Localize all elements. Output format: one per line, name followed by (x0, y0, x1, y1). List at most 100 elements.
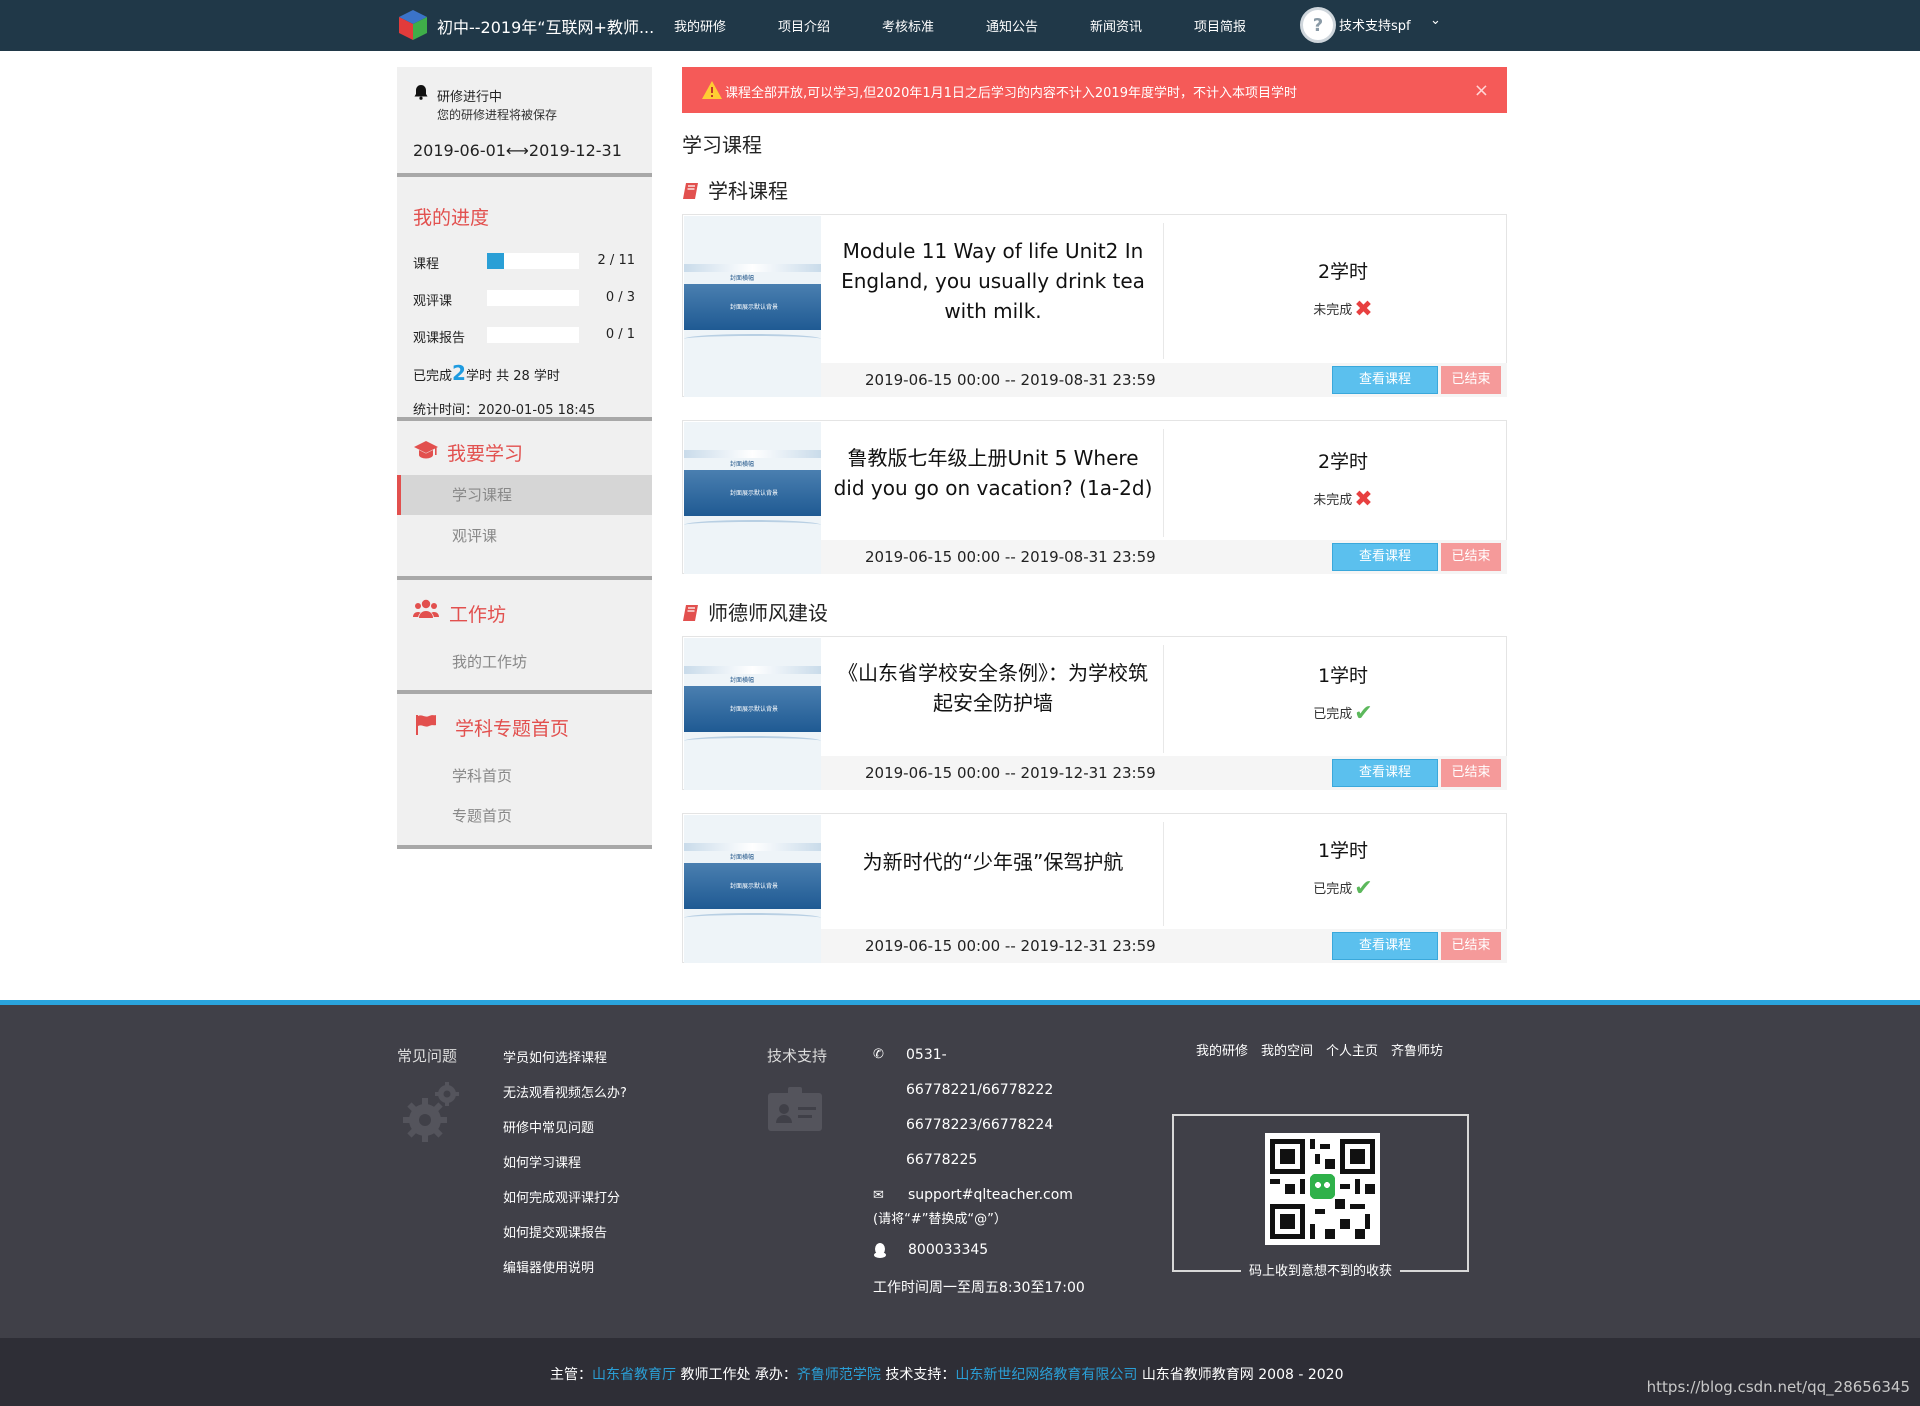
thumb-top-stripe (684, 450, 821, 458)
book-icon (683, 605, 698, 621)
thumb-label-band: 封面展示默认背景 (730, 706, 779, 713)
id-card-icon (768, 1087, 822, 1131)
sidebar-item-subject-home[interactable]: 学科首页 (452, 765, 512, 786)
study-section: 我要学习 学习课程 观评课 (397, 421, 652, 580)
faq-heading: 常见问题 (397, 1047, 458, 1065)
avatar-icon[interactable]: ? (1300, 7, 1336, 43)
status-title: 研修进行中 (437, 90, 503, 105)
progress-count-reports: 0 / 1 (605, 327, 635, 342)
sidebar-item-active-bg (397, 475, 652, 515)
course-dates: 2019-06-15 00:00 -- 2019-12-31 23:59 (865, 764, 1156, 782)
host-link[interactable]: 山东省教育厅 (592, 1367, 676, 1383)
faq-link[interactable]: 研修中常见问题 (503, 1117, 594, 1136)
thumb-wave (684, 913, 821, 923)
view-course-button[interactable]: 查看课程 (1332, 366, 1438, 394)
copyright-bar: 主管：山东省教育厅 教师工作处 承办：齐鲁师范学院 技术支持：山东新世纪网络教育… (0, 1338, 1920, 1406)
cross-mark-icon: ✖ (1354, 297, 1373, 322)
course-dates: 2019-06-15 00:00 -- 2019-12-31 23:59 (865, 937, 1156, 955)
gear-icon (403, 1082, 459, 1142)
faq-link[interactable]: 如何学习课程 (503, 1152, 581, 1171)
footer-link-my-study[interactable]: 我的研修 (1196, 1040, 1248, 1059)
progress-label-reports: 观课报告 (413, 331, 466, 346)
page-title: 学习课程 (682, 133, 762, 157)
sidebar-item-topic-home[interactable]: 专题首页 (452, 805, 512, 826)
org-text: 教师工作处 (680, 1367, 751, 1383)
course-title[interactable]: 为新时代的“少年强”保驾护航 (833, 847, 1153, 877)
course-card: 封面横幅 封面展示默认背景 Module 11 Way of life Unit… (682, 214, 1507, 397)
faq-link[interactable]: 编辑器使用说明 (503, 1257, 594, 1276)
card-footer: 2019-06-15 00:00 -- 2019-08-31 23:59 查看课… (821, 540, 1507, 574)
nav-briefing[interactable]: 项目简报 (1194, 16, 1246, 35)
thumb-wave (684, 334, 821, 344)
thumb-label-band: 封面展示默认背景 (730, 883, 779, 890)
sidebar-item-review[interactable]: 观评课 (452, 525, 497, 546)
support-email[interactable]: support#qlteacher.com (908, 1187, 1073, 1203)
support-qq: 800033345 (908, 1242, 989, 1258)
nav-notices[interactable]: 通知公告 (986, 16, 1038, 35)
undertake-link[interactable]: 齐鲁师范学院 (797, 1367, 881, 1383)
course-thumbnail[interactable]: 封面横幅 封面展示默认背景 (684, 638, 821, 790)
blog-watermark: https://blog.csdn.net/qq_28656345 (1646, 1378, 1910, 1396)
course-status-text: 未完成 (1313, 303, 1353, 318)
footer-link-my-space[interactable]: 我的空间 (1261, 1040, 1313, 1059)
tech-link[interactable]: 山东新世纪网络教育有限公司 (955, 1367, 1137, 1383)
cube-logo-icon[interactable] (398, 9, 428, 41)
nav-assessment[interactable]: 考核标准 (882, 16, 934, 35)
close-icon[interactable]: × (1474, 80, 1489, 101)
work-hours: 工作时间周一至周五8:30至17:00 (873, 1280, 1085, 1296)
nav-my-study[interactable]: 我的研修 (674, 16, 726, 35)
progress-heading: 我的进度 (413, 207, 490, 229)
card-divider (1163, 223, 1164, 359)
sidebar-item-my-workshop[interactable]: 我的工作坊 (452, 651, 527, 672)
faq-link[interactable]: 无法观看视频怎么办? (503, 1082, 627, 1101)
qr-caption: 码上收到意想不到的收获 (1172, 1260, 1469, 1279)
sidebar-item-courses[interactable]: 学习课程 (452, 484, 512, 505)
progress-bar-courses (487, 253, 579, 269)
stat-time: 统计时间：2020-01-05 18:45 (413, 403, 596, 418)
tech-label: 技术支持： (885, 1367, 956, 1383)
category-title: 学科课程 (682, 175, 788, 204)
phone-line: 0531- (906, 1047, 947, 1063)
completed-hours: 已完成2学时 共 28 学时 (413, 361, 560, 385)
progress-bar-reports (487, 327, 579, 343)
faq-link[interactable]: 如何完成观评课打分 (503, 1187, 620, 1206)
view-course-button[interactable]: 查看课程 (1332, 932, 1438, 960)
chevron-down-icon[interactable]: ⌄ (1430, 13, 1441, 28)
footer-link-homepage[interactable]: 个人主页 (1326, 1040, 1378, 1059)
subject-section-title: 学科专题首页 (455, 718, 570, 740)
course-dates: 2019-06-15 00:00 -- 2019-08-31 23:59 (865, 548, 1156, 566)
alert-message: 课程全部开放,可以学习,但2020年1月1日之后学习的内容不计入2019年度学时… (725, 86, 1297, 101)
course-title[interactable]: 《山东省学校安全条例》：为学校筑起安全防护墙 (833, 658, 1153, 718)
thumb-wave (684, 520, 821, 530)
thumb-top-stripe (684, 264, 821, 272)
card-divider (1163, 645, 1164, 753)
nav-news[interactable]: 新闻资讯 (1090, 16, 1142, 35)
thumb-top-stripe (684, 843, 821, 851)
course-thumbnail[interactable]: 封面横幅 封面展示默认背景 (684, 216, 821, 397)
project-brand-title[interactable]: 初中--2019年“互联网+教师... (437, 14, 654, 38)
book-icon (683, 183, 698, 199)
user-name[interactable]: 技术支持spf (1339, 15, 1411, 34)
nav-project-intro[interactable]: 项目介绍 (778, 16, 830, 35)
footer-link-qilu[interactable]: 齐鲁师坊 (1391, 1040, 1443, 1059)
phone-line: 66778223/66778224 (906, 1117, 1054, 1133)
course-thumbnail[interactable]: 封面横幅 封面展示默认背景 (684, 422, 821, 574)
progress-label-reviews: 观评课 (413, 294, 453, 309)
card-footer: 2019-06-15 00:00 -- 2019-12-31 23:59 查看课… (821, 756, 1507, 790)
course-title[interactable]: Module 11 Way of life Unit2 In England, … (833, 236, 1153, 326)
copyright-text: 山东省教师教育网 2008 - 2020 (1141, 1367, 1344, 1383)
faq-link[interactable]: 如何提交观课报告 (503, 1222, 607, 1241)
progress-label-courses: 课程 (413, 257, 440, 272)
course-title[interactable]: 鲁教版七年级上册Unit 5 Where did you go on vacat… (833, 443, 1153, 503)
faq-link[interactable]: 学员如何选择课程 (503, 1047, 607, 1066)
course-hours: 2学时 (1317, 451, 1369, 473)
view-course-button[interactable]: 查看课程 (1332, 759, 1438, 787)
completed-value: 2 (452, 361, 466, 385)
qr-code-icon (1265, 1133, 1380, 1245)
progress-panel: 我的进度 课程 2 / 11 观评课 0 / 3 观课报告 0 / 1 已完成2… (397, 177, 652, 421)
course-thumbnail[interactable]: 封面横幅 封面展示默认背景 (684, 815, 821, 963)
view-course-button[interactable]: 查看课程 (1332, 543, 1438, 571)
card-footer: 2019-06-15 00:00 -- 2019-12-31 23:59 查看课… (821, 929, 1507, 963)
ended-badge: 已结束 (1441, 543, 1501, 571)
cross-mark-icon: ✖ (1354, 487, 1373, 512)
